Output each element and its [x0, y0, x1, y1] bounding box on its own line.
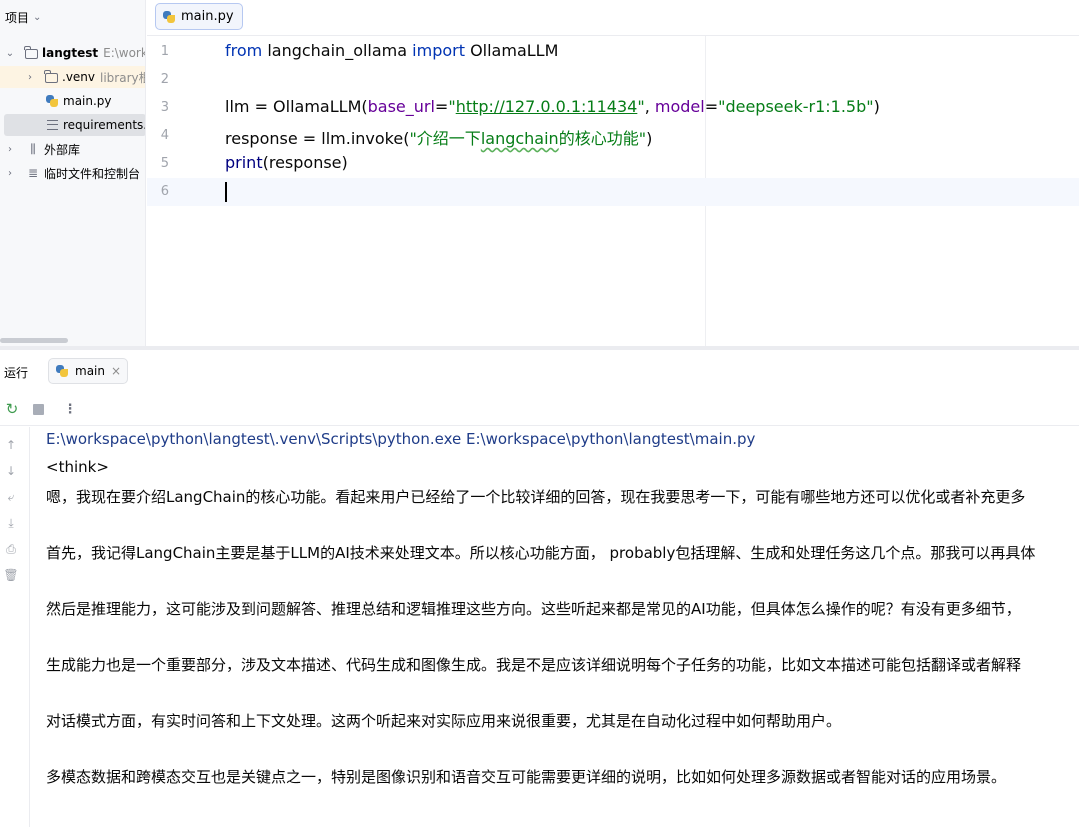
library-icon: ⫼ — [30, 141, 36, 156]
line-number: 2 — [160, 72, 169, 87]
editor-tab-bar: main.py — [147, 0, 1079, 36]
run-panel-title: 运行 — [4, 366, 29, 380]
tree-item-scratches[interactable]: › ≣ 临时文件和控制台 — [0, 162, 145, 184]
chevron-right-icon[interactable]: › — [24, 72, 36, 83]
line-number: 6 — [160, 184, 169, 199]
tree-item-langtest[interactable]: ⌄ langtest E:\work — [0, 42, 146, 64]
editor-tab-main-py[interactable]: main.py — [155, 3, 243, 30]
spelling-warning: langchain — [480, 129, 559, 148]
console-command-line: E:\workspace\python\langtest\.venv\Scrip… — [46, 430, 756, 448]
chevron-right-icon[interactable]: › — [4, 144, 16, 155]
code-line[interactable]: 2 — [147, 66, 1079, 94]
horizontal-scrollbar[interactable] — [0, 338, 68, 343]
run-tab-main[interactable]: main × — [48, 358, 129, 384]
run-tab-label: main — [75, 364, 105, 378]
line-number: 5 — [160, 156, 169, 171]
close-icon[interactable]: × — [111, 364, 121, 378]
text-caret — [225, 182, 227, 202]
editor-area: main.py 1 from langchain_ollama import O… — [147, 0, 1079, 346]
tree-item-label: main.py — [63, 94, 112, 108]
line-number: 4 — [160, 128, 169, 143]
console-line: 首先，我记得LangChain主要是基于LLM的AI技术来处理文本。所以核心功能… — [46, 544, 1036, 562]
soft-wrap-icon[interactable]: ⤶ — [3, 489, 19, 505]
project-panel: 项目 ⌄ ⌄ langtest E:\work › .venv library根… — [0, 0, 146, 346]
tree-item-root-hint: library根 — [100, 70, 146, 85]
code-line[interactable]: 3 llm = OllamaLLM(base_url="http://127.0… — [147, 94, 1079, 122]
tree-item-label: 外部库 — [44, 142, 81, 157]
code-line[interactable]: 5 print(response) — [147, 150, 1079, 178]
tree-item-main-py[interactable]: main.py — [0, 90, 145, 112]
code-line-current[interactable]: 6 — [147, 178, 1079, 206]
more-options-icon[interactable]: ⋮ — [62, 401, 78, 417]
url-link: http://127.0.0.1:11434 — [455, 97, 638, 116]
project-title: 项目 — [5, 10, 30, 25]
console-side-toolbar: ↑ ↓ ⤶ ⤓ ⎙ 🗑 — [0, 427, 30, 827]
console-line: 嗯，我现在要介绍LangChain的核心功能。看起来用户已经给了一个比较详细的回… — [46, 488, 1026, 506]
stop-icon[interactable] — [30, 401, 46, 417]
print-icon[interactable]: ⎙ — [3, 541, 19, 557]
run-toolbar: ↻ ⋮ — [0, 392, 1079, 426]
code-line[interactable]: 4 response = llm.invoke("介绍一下langchain的核… — [147, 122, 1079, 150]
arrow-down-icon[interactable]: ↓ — [3, 463, 19, 479]
chevron-down-icon[interactable]: ⌄ — [4, 48, 16, 59]
tree-item-external-libraries[interactable]: › ⫼ 外部库 — [0, 138, 145, 160]
chevron-right-icon[interactable]: › — [4, 168, 16, 179]
scratches-icon: ≣ — [27, 166, 39, 180]
python-file-icon — [45, 94, 59, 108]
console-line: 多模态数据和跨模态交互也是关键点之一，特别是图像识别和语音交互可能需要更详细的说… — [46, 768, 1007, 786]
scroll-to-end-icon[interactable]: ⤓ — [3, 515, 19, 531]
code-text: from langchain_ollama import OllamaLLM — [225, 41, 559, 60]
text-file-icon — [45, 118, 59, 132]
console-line: <think> — [46, 458, 109, 476]
rerun-icon[interactable]: ↻ — [4, 400, 20, 418]
code-text: print(response) — [225, 153, 348, 172]
tree-item-label: .venv — [62, 70, 96, 84]
tree-item-label: 临时文件和控制台 — [44, 166, 141, 181]
console-line: 然后是推理能力，这可能涉及到问题解答、推理总结和逻辑推理这些方向。这些听起来都是… — [46, 600, 1021, 618]
code-line[interactable]: 1 from langchain_ollama import OllamaLLM — [147, 38, 1079, 66]
console-line: 对话模式方面，有实时问答和上下文处理。这两个听起来对实际应用来说很重要，尤其是在… — [46, 712, 842, 730]
line-number: 3 — [160, 100, 169, 115]
tree-item-venv[interactable]: › .venv library根 — [0, 66, 146, 88]
editor-tab-label: main.py — [181, 9, 234, 24]
run-panel: 运行 main × ↻ ⋮ ↑ ↓ ⤶ ⤓ ⎙ 🗑 E:\workspace\p… — [0, 350, 1079, 827]
line-number: 1 — [160, 44, 169, 59]
tree-item-label: requirements.t — [63, 118, 146, 132]
console-output[interactable]: E:\workspace\python\langtest\.venv\Scrip… — [46, 430, 1079, 827]
trash-icon[interactable]: 🗑 — [3, 567, 19, 583]
chevron-down-icon: ⌄ — [33, 11, 42, 23]
python-file-icon — [55, 364, 69, 378]
tree-item-label: langtest — [42, 46, 99, 60]
tree-item-requirements[interactable]: requirements.t — [4, 114, 146, 136]
project-view-selector[interactable]: 项目 ⌄ — [5, 8, 41, 26]
folder-icon — [24, 46, 38, 60]
python-file-icon — [162, 10, 176, 24]
console-line: 生成能力也是一个重要部分，涉及文本描述、代码生成和图像生成。我是不是应该详细说明… — [46, 656, 1022, 674]
tree-item-path-hint: E:\work — [103, 46, 146, 60]
code-text: response = llm.invoke("介绍一下langchain的核心功… — [225, 129, 653, 148]
folder-icon — [44, 70, 58, 84]
code-text: llm = OllamaLLM(base_url="http://127.0.0… — [225, 97, 880, 116]
arrow-up-icon[interactable]: ↑ — [3, 437, 19, 453]
